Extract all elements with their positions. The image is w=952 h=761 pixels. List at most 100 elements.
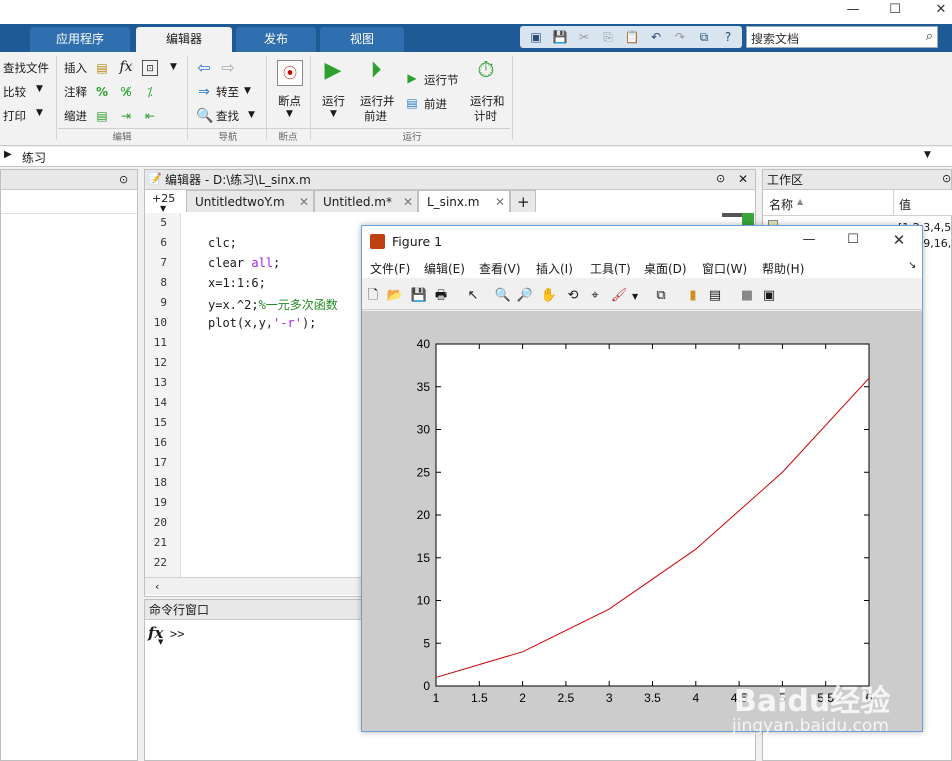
search-icon[interactable]: ⌕ — [926, 29, 933, 44]
chevron-down-icon[interactable]: ▼ — [248, 110, 255, 120]
open-file-icon[interactable]: 📂 — [386, 287, 404, 305]
panel-menu-icon[interactable]: ⊙ — [716, 172, 725, 185]
search-documentation-input[interactable]: 搜索文档 ⌕ — [746, 26, 938, 48]
code-line[interactable]: 7 clear all; — [145, 256, 365, 276]
paste-icon[interactable]: 📋 — [624, 29, 640, 45]
run-and-time-label-2[interactable]: 计时 — [474, 108, 497, 124]
smart-indent-icon[interactable]: ▤ — [94, 108, 110, 124]
code-line[interactable]: 21 — [145, 536, 365, 556]
menu-view[interactable]: 查看(V) — [479, 260, 521, 277]
advance-button[interactable]: 前进 — [424, 96, 447, 112]
maximize-icon[interactable]: ☐ — [844, 232, 862, 248]
link-plot-icon[interactable]: ⧉ — [652, 287, 670, 305]
run-section-icon[interactable]: ▶ — [404, 70, 420, 86]
close-tab-icon[interactable]: ✕ — [495, 191, 505, 213]
chevron-down-icon[interactable]: ▼ — [170, 62, 177, 72]
comment-icon[interactable]: % — [94, 84, 110, 100]
dock-arrow-icon[interactable]: ↘ — [908, 260, 916, 271]
help-icon[interactable]: ? — [720, 29, 736, 45]
undo-icon[interactable]: ↶ — [648, 29, 664, 45]
code-line[interactable]: 17 — [145, 456, 365, 476]
minimize-icon[interactable]: — — [844, 2, 862, 18]
chevron-down-icon[interactable]: ▼ — [158, 638, 163, 646]
code-line[interactable]: 16 — [145, 436, 365, 456]
editor-tab[interactable]: Untitled.m* ✕ — [314, 190, 418, 212]
find-icon[interactable]: 🔍 — [196, 108, 213, 124]
editor-tab-active[interactable]: L_sinx.m ✕ — [418, 190, 510, 212]
back-arrow-icon[interactable]: ⇦ — [196, 60, 212, 76]
save-icon[interactable]: 💾 — [552, 29, 568, 45]
insert-section-icon[interactable]: ▤ — [94, 60, 110, 76]
code-line[interactable]: 11 — [145, 336, 365, 356]
close-icon[interactable]: ✕ — [932, 2, 950, 18]
horizontal-scrollbar[interactable]: ‹ — [145, 577, 361, 595]
insert-function-icon[interactable]: fx — [118, 59, 134, 75]
breakpoints-icon[interactable]: ⦿ — [277, 60, 303, 86]
workspace-col-name[interactable]: 名称 — [769, 196, 793, 213]
code-area[interactable]: 5 6 clc; 7 clear all; 8 x=1:1:6; 9 y=x.^2;%一元多次函… — [145, 213, 365, 577]
wrap-comment-icon[interactable]: ⁒ — [142, 84, 158, 100]
code-line[interactable]: 22 — [145, 556, 365, 576]
copy-icon[interactable]: ⎘ — [600, 29, 616, 45]
code-line[interactable]: 18 — [145, 476, 365, 496]
tab-apps[interactable]: 应用程序 — [30, 27, 130, 52]
workspace-col-value[interactable]: 值 — [899, 196, 911, 213]
line-plot[interactable]: 1 1.5 2 2.5 3 3.5 4 4.5 5 5.5 60510152025303540 — [362, 311, 922, 731]
run-and-time-icon[interactable]: ⏱ — [473, 58, 499, 84]
print-figure-icon[interactable]: 🖶 — [432, 287, 450, 305]
save-figure-icon[interactable]: 💾 — [410, 287, 428, 305]
maximize-icon[interactable]: ☐ — [886, 2, 904, 18]
show-plot-tools-icon[interactable]: ▣ — [760, 287, 778, 305]
increase-indent-icon[interactable]: ⇥ — [118, 108, 134, 124]
code-line[interactable]: 5 — [145, 216, 365, 236]
code-line[interactable]: 20 — [145, 516, 365, 536]
menu-window[interactable]: 窗口(W) — [702, 260, 747, 277]
pan-icon[interactable]: ✋ — [540, 287, 558, 305]
run-section-button[interactable]: 运行节 — [424, 72, 459, 88]
zoom-out-icon[interactable]: 🔎 — [516, 287, 534, 305]
code-line[interactable]: 9 y=x.^2;%一元多次函数 — [145, 296, 365, 316]
goto-icon[interactable]: ⇒ — [196, 84, 212, 100]
folder-path[interactable]: 练习 — [22, 149, 46, 166]
compare-button[interactable]: 比较 — [3, 84, 26, 100]
new-icon[interactable]: ▣ — [528, 29, 544, 45]
run-advance-icon[interactable]: ⏵ — [363, 58, 389, 84]
chevron-down-icon[interactable]: ▼ — [36, 84, 43, 94]
close-editor-icon[interactable]: ✕ — [738, 172, 748, 186]
run-icon[interactable]: ▶ — [320, 58, 346, 84]
close-tab-icon[interactable]: ✕ — [403, 191, 413, 213]
comment-button[interactable]: 注释 — [64, 84, 87, 100]
run-advance-label-1[interactable]: 运行并 — [360, 93, 395, 109]
chevron-down-icon[interactable]: ▼ — [924, 150, 931, 160]
code-line[interactable]: 14 — [145, 396, 365, 416]
chevron-down-icon[interactable]: ▼ — [330, 109, 337, 119]
code-line[interactable]: 6 clc; — [145, 236, 365, 256]
forward-arrow-icon[interactable]: ⇨ — [220, 60, 236, 76]
breakpoints-button[interactable]: 断点 — [278, 93, 301, 109]
chevron-down-icon[interactable]: ▼ — [244, 86, 251, 96]
tab-view[interactable]: 视图 — [320, 27, 404, 52]
indent-button[interactable]: 缩进 — [64, 108, 87, 124]
hide-plot-tools-icon[interactable]: ■ — [738, 287, 756, 305]
rotate-3d-icon[interactable]: ⟲ — [564, 287, 582, 305]
chevron-down-icon[interactable]: ▼ — [286, 109, 293, 119]
decrease-indent-icon[interactable]: ⇤ — [142, 108, 158, 124]
minimize-icon[interactable]: — — [800, 232, 818, 248]
editor-tab[interactable]: UntitledtwoY.m ✕ — [186, 190, 314, 212]
run-and-time-label-1[interactable]: 运行和 — [470, 93, 505, 109]
panel-menu-icon[interactable]: ⊙ — [942, 172, 951, 185]
chevron-down-icon[interactable]: ▼ — [36, 108, 43, 118]
code-line[interactable]: 15 — [145, 416, 365, 436]
tab-publish[interactable]: 发布 — [236, 27, 316, 52]
goto-button[interactable]: 转至 — [216, 84, 239, 100]
brush-icon[interactable]: 🖌 — [610, 287, 628, 305]
data-cursor-icon[interactable]: ⌖ — [586, 287, 604, 305]
zoom-in-icon[interactable]: 🔍 — [494, 287, 512, 305]
new-tab-button[interactable]: + — [510, 190, 536, 212]
menu-edit[interactable]: 编辑(E) — [424, 260, 465, 277]
code-line[interactable]: 10 plot(x,y,'-r'); — [145, 316, 365, 336]
command-prompt[interactable]: >> — [170, 627, 184, 641]
find-button[interactable]: 查找 — [216, 108, 239, 124]
menu-insert[interactable]: 插入(I) — [536, 260, 573, 277]
close-icon[interactable]: ✕ — [890, 232, 908, 248]
